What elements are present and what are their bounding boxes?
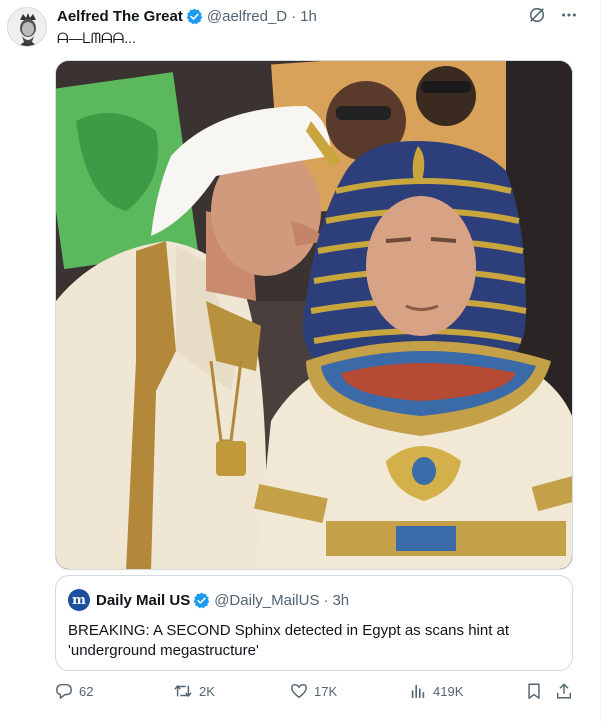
repost-icon [174,684,192,698]
tweet[interactable]: Aelfred The Great @aelfred_D · 1h ᗩ—ᒪᗰᗩᗩ… [0,0,601,721]
tweet-text: ᗩ—ᒪᗰᗩᗩ... [57,30,136,46]
reply-count: 62 [79,683,94,699]
like-count: 17K [314,683,338,699]
avatar-portrait-image [8,8,46,46]
tweet-header: Aelfred The Great @aelfred_D · 1h [57,6,317,26]
views-button[interactable]: 419K [409,682,463,700]
tweet-top-icons [528,6,578,24]
like-button[interactable]: 17K [290,682,337,700]
more-icon[interactable] [560,6,578,24]
verified-badge-icon [186,8,203,24]
grok-icon[interactable] [528,6,546,24]
quote-time[interactable]: 3h [332,592,349,609]
repost-count: 2K [199,683,215,699]
quote-separator-dot: · [323,591,329,609]
reply-button[interactable]: 62 [55,682,93,700]
views-count: 419K [433,683,464,699]
tweet-time[interactable]: 1h [300,8,317,25]
author-name[interactable]: Aelfred The Great [57,8,183,25]
bookmark-button[interactable] [525,682,543,700]
quote-header: m Daily Mail US @Daily_MailUS · 3h [68,589,349,611]
reply-icon [56,683,72,699]
separator-dot: · [291,7,297,25]
author-avatar[interactable] [7,7,47,47]
share-icon [556,683,572,699]
photo-two-men-in-egyptian-costume [56,61,572,569]
quote-verified-badge-icon [193,592,210,608]
tweet-action-bar: 62 2K 17K 419K [55,682,575,706]
quote-tweet[interactable]: m Daily Mail US @Daily_MailUS · 3h BREAK… [55,575,573,671]
author-handle[interactable]: @aelfred_D [207,8,287,25]
repost-button[interactable]: 2K [173,682,215,700]
quote-author-name[interactable]: Daily Mail US [96,592,190,609]
bookmark-icon [528,683,540,699]
tweet-media-image[interactable] [55,60,573,570]
views-icon [411,684,425,699]
like-icon [291,683,307,699]
quote-text: BREAKING: A SECOND Sphinx detected in Eg… [68,622,510,659]
quote-author-handle[interactable]: @Daily_MailUS [214,592,319,609]
share-button[interactable] [555,682,573,700]
quote-author-avatar[interactable]: m [68,589,90,611]
